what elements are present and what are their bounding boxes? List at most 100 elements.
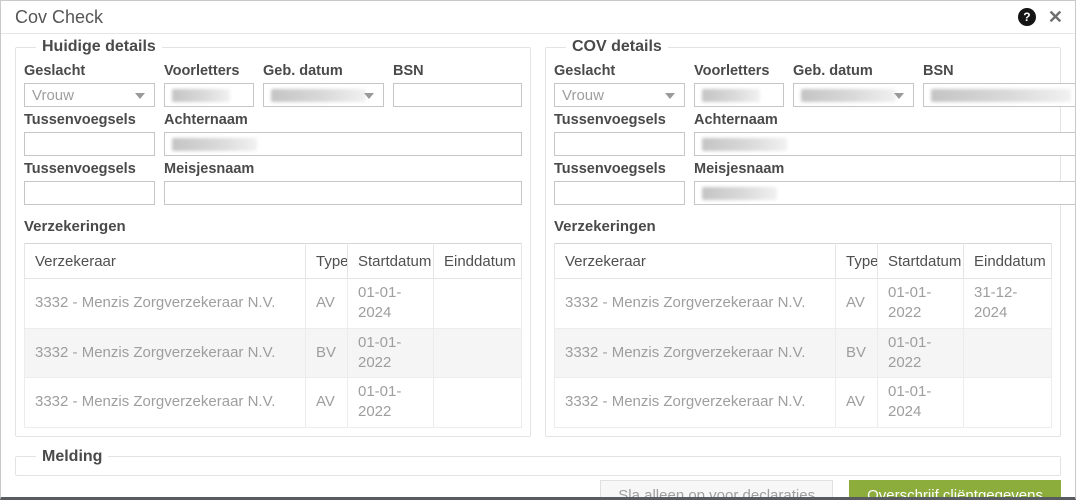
bsn-label: BSN	[393, 63, 424, 79]
voorletters-label: Voorletters	[164, 63, 240, 79]
cell-einddatum	[433, 327, 522, 378]
redacted-value	[931, 88, 1071, 102]
cell-verzekeraar: 3332 - Menzis Zorgverzekeraar N.V.	[554, 377, 836, 428]
chevron-down-icon	[894, 93, 904, 99]
cell-einddatum	[433, 278, 522, 329]
table-row: 3332 - Menzis Zorgverzekeraar N.V. AV 01…	[24, 377, 522, 428]
table-row: 3332 - Menzis Zorgverzekeraar N.V. BV 01…	[554, 327, 1052, 378]
bsn-field: BSN	[393, 58, 522, 107]
redacted-value	[702, 88, 760, 102]
col-einddatum: Einddatum	[433, 243, 522, 279]
footer: Sla alleen op voor declaraties Overschri…	[1, 476, 1075, 497]
cell-startdatum: 01-01-2022	[877, 278, 964, 329]
verzekeringen-table: Verzekeraar Type Startdatum Einddatum 33…	[24, 243, 522, 428]
verzekeringen-label: Verzekeringen	[554, 218, 656, 235]
cell-einddatum	[963, 377, 1052, 428]
table-row: 3332 - Menzis Zorgverzekeraar N.V. BV 01…	[24, 327, 522, 378]
achternaam-field: Achternaam	[164, 107, 522, 156]
geslacht-label: Geslacht	[24, 63, 86, 79]
voorletters-label: Voorletters	[694, 63, 770, 79]
tussenvoegsels2-input[interactable]	[554, 181, 685, 205]
cell-einddatum: 31-12-2024	[963, 278, 1052, 329]
cell-einddatum	[433, 377, 522, 428]
details-panels: Huidige details Geslacht Vrouw Voorlette…	[15, 38, 1075, 437]
cell-startdatum: 01-01-2022	[877, 327, 964, 378]
bsn-input[interactable]	[923, 83, 1075, 107]
col-type: Type	[835, 243, 878, 279]
voorletters-input[interactable]	[694, 83, 784, 107]
bsn-field: BSN	[923, 58, 1075, 107]
cell-type: AV	[305, 377, 348, 428]
meisjesnaam-input[interactable]	[694, 181, 1075, 205]
achternaam-input[interactable]	[694, 132, 1075, 156]
panel-legend: Huidige details	[42, 38, 156, 55]
cell-verzekeraar: 3332 - Menzis Zorgverzekeraar N.V.	[554, 278, 836, 329]
cell-verzekeraar: 3332 - Menzis Zorgverzekeraar N.V.	[24, 278, 306, 329]
save-for-declarations-button[interactable]: Sla alleen op voor declaraties	[600, 479, 834, 497]
table-header-row: Verzekeraar Type Startdatum Einddatum	[554, 243, 1052, 279]
voorletters-input[interactable]	[164, 83, 254, 107]
col-verzekeraar: Verzekeraar	[24, 243, 306, 279]
melding-legend: Melding	[42, 447, 103, 465]
col-verzekeraar: Verzekeraar	[554, 243, 836, 279]
achternaam-label: Achternaam	[164, 112, 248, 128]
redacted-value	[271, 88, 366, 102]
cell-type: BV	[305, 327, 348, 378]
overwrite-client-data-button[interactable]: Overschrijf cliëntgegevens	[849, 479, 1061, 497]
tussenvoegsels2-input[interactable]	[24, 181, 155, 205]
tussenvoegsels-input[interactable]	[554, 132, 685, 156]
verzekeringen-table: Verzekeraar Type Startdatum Einddatum 33…	[554, 243, 1052, 428]
cell-verzekeraar: 3332 - Menzis Zorgverzekeraar N.V.	[24, 377, 306, 428]
dialog-title: Cov Check	[15, 6, 104, 27]
cell-type: AV	[835, 377, 878, 428]
chevron-down-icon	[135, 93, 145, 99]
achternaam-label: Achternaam	[694, 112, 778, 128]
panel-legend: COV details	[572, 38, 662, 55]
tussenvoegsels-field: Tussenvoegsels	[554, 107, 685, 156]
achternaam-field: Achternaam	[694, 107, 1075, 156]
geb-datum-select[interactable]	[793, 83, 914, 107]
geb-datum-label: Geb. datum	[263, 63, 343, 79]
tussenvoegsels-field: Tussenvoegsels	[24, 107, 155, 156]
help-icon[interactable]: ?	[1017, 8, 1036, 26]
close-icon[interactable]: ✕	[1048, 8, 1063, 26]
table-row: 3332 - Menzis Zorgverzekeraar N.V. AV 01…	[554, 377, 1052, 428]
panel-cov-details: COV details Geslacht Vrouw Voorletters G…	[545, 38, 1075, 437]
table-row: 3332 - Menzis Zorgverzekeraar N.V. AV 01…	[24, 278, 522, 329]
geb-datum-select[interactable]	[263, 83, 384, 107]
cell-startdatum: 01-01-2022	[347, 377, 434, 428]
redacted-value	[172, 88, 230, 102]
geslacht-value: Vrouw	[32, 86, 74, 104]
achternaam-input[interactable]	[164, 132, 522, 156]
titlebar: Cov Check ? ✕	[1, 1, 1075, 34]
meisjesnaam-label: Meisjesnaam	[164, 161, 255, 177]
cell-type: AV	[835, 278, 878, 329]
tussenvoegsels2-label: Tussenvoegsels	[24, 161, 136, 177]
redacted-value	[801, 88, 896, 102]
redacted-value	[702, 137, 787, 151]
col-startdatum: Startdatum	[877, 243, 964, 279]
cell-type: AV	[305, 278, 348, 329]
cell-startdatum: 01-01-2024	[347, 278, 434, 329]
bsn-label: BSN	[923, 63, 954, 79]
cell-einddatum	[963, 327, 1052, 378]
cell-verzekeraar: 3332 - Menzis Zorgverzekeraar N.V.	[554, 327, 836, 378]
form-grid: Geslacht Vrouw Voorletters Geb. datum BS…	[554, 58, 1075, 205]
geslacht-value: Vrouw	[562, 86, 604, 104]
geslacht-select[interactable]: Vrouw	[554, 83, 685, 107]
redacted-value	[702, 186, 777, 200]
meisjesnaam-field: Meisjesnaam	[694, 156, 1075, 205]
geb-datum-field: Geb. datum	[793, 58, 914, 107]
geslacht-field: Geslacht Vrouw	[554, 58, 685, 107]
chevron-down-icon	[665, 93, 675, 99]
chevron-down-icon	[364, 93, 374, 99]
geslacht-select[interactable]: Vrouw	[24, 83, 155, 107]
geb-datum-label: Geb. datum	[793, 63, 873, 79]
voorletters-field: Voorletters	[164, 58, 254, 107]
tussenvoegsels-input[interactable]	[24, 132, 155, 156]
meisjesnaam-input[interactable]	[164, 181, 522, 205]
verzekeringen-label: Verzekeringen	[24, 218, 126, 235]
bsn-input[interactable]	[393, 83, 522, 107]
col-type: Type	[305, 243, 348, 279]
panel-huidige-details: Huidige details Geslacht Vrouw Voorlette…	[15, 38, 531, 437]
